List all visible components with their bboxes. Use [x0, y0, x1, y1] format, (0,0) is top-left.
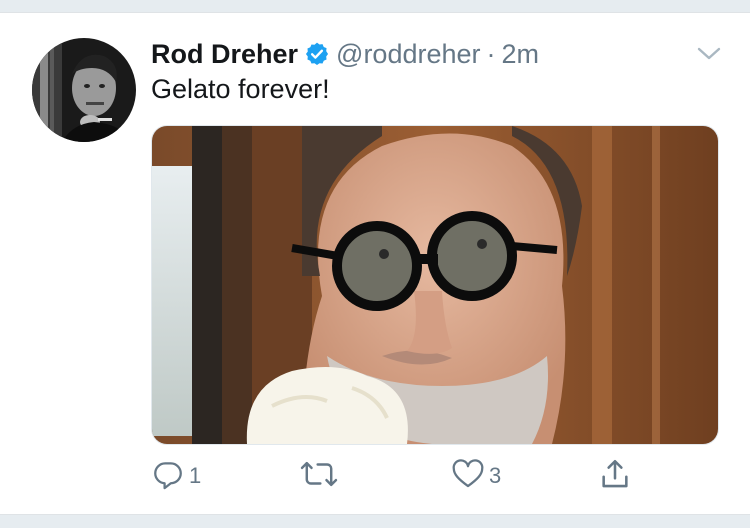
- author-name[interactable]: Rod Dreher: [151, 39, 298, 70]
- reply-icon: [151, 457, 185, 496]
- chevron-down-icon[interactable]: [692, 40, 726, 68]
- tweet-photo[interactable]: [151, 125, 719, 445]
- like-button[interactable]: 3: [451, 458, 501, 494]
- tweet-header: Rod Dreher @roddreher · 2m: [151, 36, 539, 72]
- verified-badge-icon: [304, 41, 330, 67]
- author-handle[interactable]: @roddreher: [336, 39, 480, 70]
- header-separator: ·: [486, 38, 496, 69]
- bottom-divider: [0, 514, 750, 528]
- heart-icon: [451, 457, 485, 496]
- tweet-card[interactable]: Rod Dreher @roddreher · 2m Gelato foreve…: [0, 12, 750, 514]
- reply-count: 1: [189, 463, 202, 488]
- tweet-text: Gelato forever!: [151, 74, 330, 104]
- like-count: 3: [489, 463, 502, 488]
- reply-button[interactable]: 1: [151, 458, 201, 494]
- retweet-icon: [300, 457, 338, 496]
- retweet-button[interactable]: [300, 458, 342, 494]
- avatar[interactable]: [32, 38, 136, 142]
- share-icon: [598, 457, 632, 496]
- share-button[interactable]: [598, 458, 632, 494]
- tweet-timestamp[interactable]: 2m: [502, 39, 540, 70]
- tweet-actions: 1 3: [0, 458, 750, 498]
